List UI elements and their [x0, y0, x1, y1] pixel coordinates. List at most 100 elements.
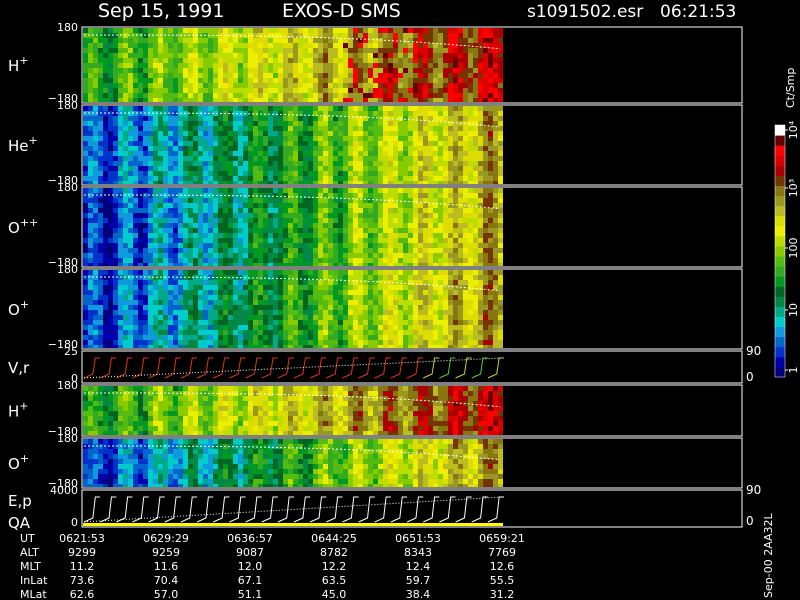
- panel-2: 180−180He+: [8, 99, 743, 187]
- y-tick-top: 4000: [50, 484, 78, 497]
- colorbar-segment: [775, 175, 785, 186]
- heatmap-cells: [83, 270, 503, 348]
- colorbar-segment: [775, 336, 785, 348]
- plot-file: s1091502.esr: [527, 2, 643, 22]
- y-tick-top: 180: [57, 99, 78, 112]
- panel-5: 900250V,r: [8, 344, 761, 385]
- colorbar-segment: [775, 225, 785, 237]
- ephem-cell: 31.2: [490, 588, 515, 600]
- ephem-cell: 7769: [488, 546, 516, 559]
- ephem-cell: 12.6: [490, 560, 515, 573]
- panel-7: 180−180O+: [8, 432, 743, 490]
- colorbar-segment: [775, 276, 785, 287]
- panel-label: H+: [8, 400, 29, 421]
- y-tick-top: 180: [57, 379, 78, 392]
- colorbar-segment: [775, 185, 785, 197]
- ephem-cell: 8343: [404, 546, 432, 559]
- colorbar-segment: [775, 256, 785, 267]
- side-label: Sep-00 2AA32L: [762, 512, 775, 598]
- colorbar-segment: [775, 266, 785, 277]
- ephem-cell: 57.0: [154, 588, 179, 600]
- panels: 180−180H+180−180He+180−180O++180−180O+90…: [8, 21, 761, 532]
- right-tick-top: 90: [746, 344, 761, 358]
- heatmap-cells: [83, 386, 503, 435]
- colorbar-segment: [775, 346, 785, 358]
- ephem-cell: 11.2: [70, 560, 95, 573]
- colorbar-segment: [775, 326, 785, 338]
- colorbar-segment: [775, 135, 785, 146]
- ephem-cell: 0636:57: [227, 532, 273, 545]
- colorbar-segment: [775, 306, 785, 318]
- colorbar-segment: [775, 245, 785, 257]
- colorbar-segment: [775, 155, 785, 166]
- ephem-cell: 0659:21: [479, 532, 525, 545]
- ephem-cell: 55.5: [490, 574, 515, 587]
- y-tick-top: 25: [64, 345, 78, 358]
- ephem-cell: 12.0: [238, 560, 263, 573]
- colorbar: 1 10 100 10³ 10⁴: [774, 120, 800, 378]
- colorbar-segment: [775, 296, 785, 307]
- y-tick-bottom: 0: [71, 516, 78, 529]
- ephem-row-label: InLat: [20, 574, 48, 587]
- sms-survey-plot: Sep 15, 1991 EXOS-D SMS s1091502.esr 06:…: [8, 0, 800, 600]
- ephemeris-table: UTALTMLTInLatMLat 0621:53929911.273.662.6…: [20, 532, 525, 600]
- ephem-cell: 38.4: [406, 588, 431, 600]
- y-tick-top: 180: [57, 181, 78, 194]
- ephem-cell: 12.4: [406, 560, 431, 573]
- ephem-cell: 8782: [320, 546, 348, 559]
- colorbar-segment: [775, 235, 785, 247]
- ephem-cell: 9259: [152, 546, 180, 559]
- ephem-cell: 0629:29: [143, 532, 189, 545]
- ephem-cell: 59.7: [406, 574, 431, 587]
- ephem-cell: 51.1: [238, 588, 263, 600]
- colorbar-segment: [775, 195, 785, 207]
- y-tick-top: 180: [57, 263, 78, 276]
- colorbar-tick-label: 1: [787, 367, 800, 374]
- ephem-cell: 0621:53: [59, 532, 105, 545]
- ephem-row-label: UT: [20, 532, 35, 545]
- plot-time: 06:21:53: [660, 2, 736, 22]
- colorbar-tick-label: 10³: [787, 179, 800, 197]
- y-tick-top: 180: [57, 21, 78, 34]
- y-tick-top: 180: [57, 432, 78, 445]
- colorbar-segment: [775, 125, 785, 136]
- panel-label: O+: [8, 452, 29, 473]
- colorbar-tick-label: 10⁴: [787, 120, 800, 139]
- panel-sublabel: QA: [8, 514, 31, 532]
- colorbar-segment: [775, 205, 785, 217]
- panel-6: 180−180H+: [8, 379, 743, 438]
- ephem-cell: 0644:25: [311, 532, 357, 545]
- right-tick-top: 90: [746, 483, 761, 497]
- ephem-row-label: MLT: [20, 560, 41, 573]
- colorbar-segment: [775, 145, 785, 156]
- colorbar-segment: [775, 165, 785, 176]
- plot-instrument: EXOS-D SMS: [282, 0, 401, 22]
- colorbar-tick-label: 10: [787, 303, 800, 317]
- colorbar-segment: [775, 356, 785, 368]
- colorbar-segment: [775, 316, 785, 328]
- panel-label: O+: [8, 298, 29, 319]
- colorbar-unit: Ct/Smp: [784, 68, 797, 108]
- ephem-row-label: ALT: [20, 546, 39, 559]
- heatmap-cells: [83, 439, 503, 487]
- heatmap-cells: [83, 188, 503, 266]
- panel-8: 90 0 4000 0 E,p QA: [8, 483, 761, 532]
- panel-label: O++: [8, 216, 38, 237]
- ephem-cell: 45.0: [322, 588, 347, 600]
- panel-label: V,r: [8, 359, 30, 377]
- heatmap-cells: [83, 28, 503, 102]
- panel-1: 180−180H+: [8, 21, 743, 105]
- ephem-cell: 62.6: [70, 588, 95, 600]
- panel-3: 180−180O++: [8, 181, 743, 269]
- panel-4: 180−180O+: [8, 263, 743, 351]
- right-tick-bottom: 0: [746, 514, 754, 528]
- ephem-cell: 9299: [68, 546, 96, 559]
- ephem-cell: 63.5: [322, 574, 347, 587]
- panel-label: He+: [8, 134, 38, 155]
- ephem-cell: 67.1: [238, 574, 263, 587]
- heatmap-cells: [83, 106, 503, 184]
- panel-label: H+: [8, 54, 29, 75]
- ephem-cell: 70.4: [154, 574, 179, 587]
- ephem-row-label: MLat: [20, 588, 47, 600]
- colorbar-segment: [775, 286, 785, 297]
